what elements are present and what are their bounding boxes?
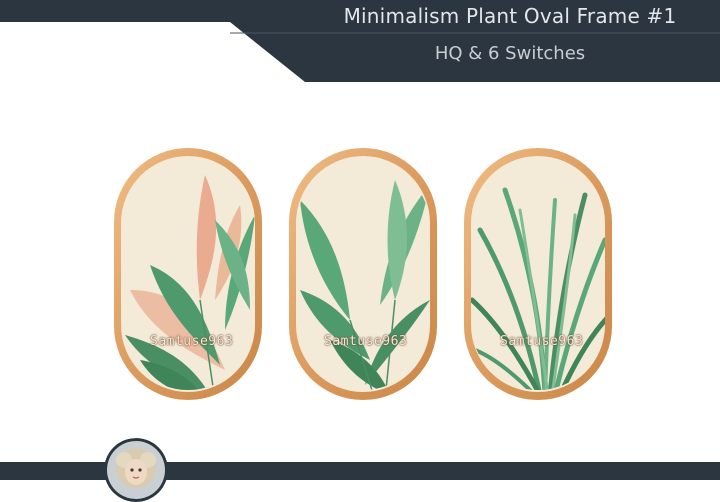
oval-frame-1 [114, 148, 262, 400]
watermark-2: Samtuse963 [324, 334, 408, 349]
watermark-1: Samtuse963 [150, 334, 234, 349]
avatar-doll-icon [104, 438, 168, 502]
watermark-3: Samtuse963 [500, 334, 584, 349]
oval-frame-3 [464, 148, 612, 400]
frames-artwork [114, 148, 612, 400]
avatar [104, 438, 168, 502]
oval-frame-2 [289, 148, 437, 400]
